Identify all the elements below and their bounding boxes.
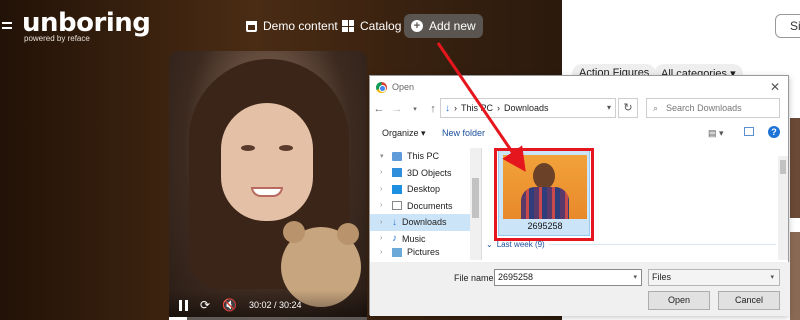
- forward-arrow-icon[interactable]: →: [388, 103, 406, 115]
- dialog-title: Open: [392, 82, 415, 92]
- back-arrow-icon[interactable]: ←: [370, 103, 388, 115]
- teddy-ear: [337, 223, 359, 245]
- view-options-icon[interactable]: ▤ ▾: [708, 128, 724, 139]
- file-list-scrollbar[interactable]: [778, 156, 788, 260]
- plus-icon: +: [411, 20, 423, 32]
- history-chevron-icon[interactable]: ▾: [406, 105, 424, 113]
- video-time: 30:02 / 30:24: [249, 300, 302, 310]
- grid-icon: [342, 20, 354, 32]
- breadcrumb-this-pc[interactable]: This PC: [461, 103, 493, 113]
- documents-icon: [392, 201, 402, 211]
- pictures-icon: [392, 247, 402, 257]
- new-folder-button[interactable]: New folder: [442, 128, 485, 138]
- nav-item-downloads[interactable]: › ↓ Downloads: [370, 214, 481, 231]
- address-bar[interactable]: ↓ › This PC › Downloads ▾: [440, 98, 616, 118]
- search-icon: ⌕: [653, 102, 659, 113]
- calendar-icon: [246, 20, 257, 32]
- menu-icon[interactable]: [2, 22, 12, 32]
- dialog-footer: File name: 2695258 ▾ Files ▾ Open Cancel: [370, 262, 790, 316]
- nav-demo-content[interactable]: Demo content: [246, 14, 338, 38]
- nav-item-3d-objects[interactable]: › 3D Objects: [370, 165, 481, 182]
- close-icon[interactable]: ✕: [770, 80, 780, 94]
- music-icon: ♪: [392, 233, 397, 245]
- breadcrumb-downloads[interactable]: Downloads: [504, 103, 549, 113]
- nav-item-this-pc[interactable]: ▾ This PC: [370, 148, 481, 165]
- chevron-down-icon[interactable]: ▾: [607, 103, 611, 112]
- add-new-label: Add new: [429, 19, 476, 33]
- download-icon: ↓: [445, 102, 450, 114]
- chevron-down-icon: ⌄: [486, 240, 493, 249]
- catalog-thumbnail[interactable]: [790, 118, 800, 218]
- add-new-button[interactable]: + Add new: [404, 14, 483, 38]
- video-controls: ⟳ 🔇 30:02 / 30:24: [169, 290, 367, 320]
- dialog-toolbar: Organize ▾ New folder ▤ ▾ ?: [370, 124, 790, 144]
- dialog-titlebar: Open: [370, 76, 788, 98]
- video-frame-face: [221, 103, 313, 221]
- cancel-button[interactable]: Cancel: [718, 291, 780, 310]
- preview-pane-icon[interactable]: [744, 127, 754, 136]
- mute-icon[interactable]: 🔇: [222, 299, 237, 311]
- video-player[interactable]: ⟳ 🔇 30:02 / 30:24: [169, 51, 367, 320]
- navigation-pane: ▾ This PC › 3D Objects › Desktop › Docum…: [370, 148, 482, 260]
- refresh-icon[interactable]: ↻: [618, 98, 638, 118]
- nav-item-desktop[interactable]: › Desktop: [370, 181, 481, 198]
- address-row: ← → ▾ ↑ ↓ › This PC › Downloads ▾ ↻ ⌕ Se…: [370, 98, 790, 120]
- file-name-label: File name:: [454, 273, 497, 283]
- organize-menu[interactable]: Organize ▾: [382, 128, 426, 139]
- highlight-box: [494, 148, 594, 241]
- navigation-scrollbar[interactable]: [470, 148, 481, 260]
- nav-item-documents[interactable]: › Documents: [370, 198, 481, 215]
- group-header[interactable]: ⌄ Last week (9): [486, 240, 776, 249]
- file-name-input[interactable]: 2695258 ▾: [494, 269, 642, 286]
- search-placeholder: Search Downloads: [666, 103, 742, 113]
- search-input[interactable]: ⌕ Search Downloads: [646, 98, 780, 118]
- logo-subtitle: powered by reface: [24, 34, 90, 43]
- desktop-icon: [392, 184, 402, 194]
- chevron-down-icon[interactable]: ▾: [633, 273, 637, 281]
- pc-icon: [392, 151, 402, 161]
- catalog-thumbnail[interactable]: [790, 232, 800, 320]
- nav-item-pictures[interactable]: › Pictures: [370, 247, 481, 257]
- nav-catalog-label: Catalog: [360, 19, 402, 33]
- pause-icon[interactable]: [179, 299, 188, 311]
- sign-in-button[interactable]: Si: [775, 14, 800, 38]
- download-icon: ↓: [392, 216, 397, 228]
- open-button[interactable]: Open: [648, 291, 710, 310]
- help-icon[interactable]: ?: [768, 126, 780, 138]
- chevron-down-icon: ▾: [770, 274, 774, 281]
- teddy-ear: [283, 221, 305, 243]
- cube-icon: [392, 168, 402, 178]
- chrome-icon: [376, 81, 387, 93]
- nav-item-music[interactable]: › ♪ Music: [370, 231, 481, 248]
- nav-demo-label: Demo content: [263, 19, 338, 33]
- loop-icon[interactable]: ⟳: [200, 299, 210, 311]
- nav-catalog[interactable]: Catalog: [342, 14, 401, 38]
- file-type-select[interactable]: Files ▾: [648, 269, 780, 286]
